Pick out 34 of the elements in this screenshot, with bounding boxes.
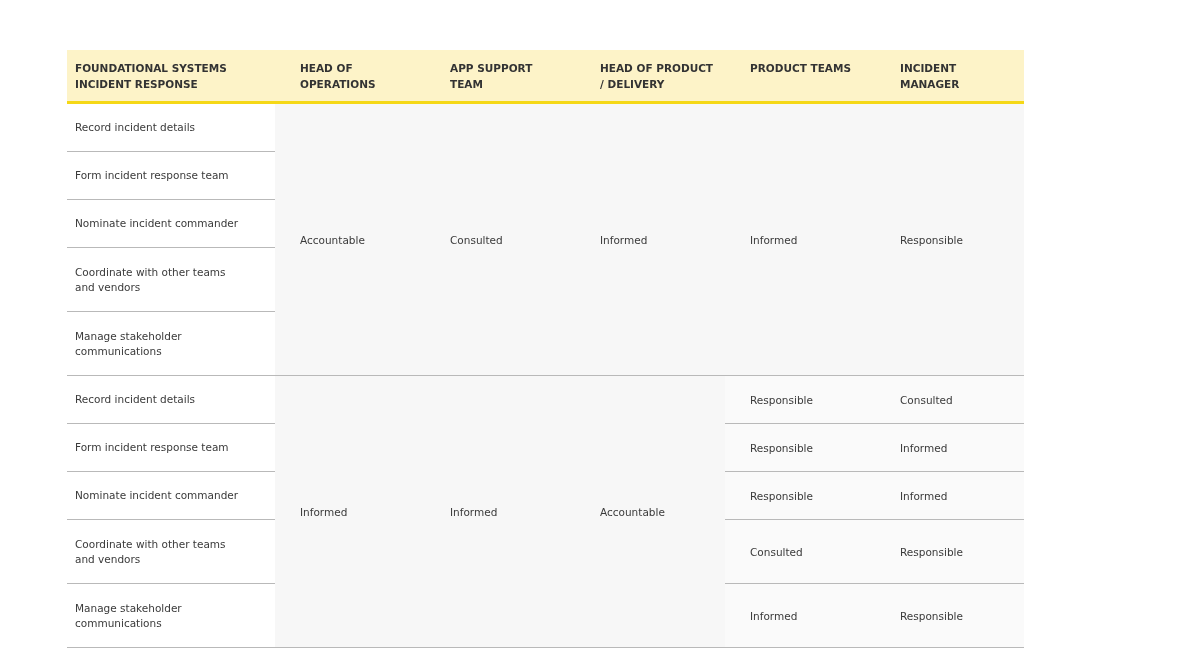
task-label: Form incident response team — [75, 168, 229, 183]
role-label: Informed — [600, 233, 648, 246]
role-label: Informed — [750, 609, 798, 622]
column-header: HEAD OF PRODUCT / DELIVERY — [575, 50, 725, 103]
task-label: Manage stakeholder communications — [75, 328, 183, 359]
role-label: Consulted — [900, 393, 953, 406]
task-label: Form incident response team — [75, 440, 229, 455]
role-label: Responsible — [750, 441, 813, 454]
task-label: Coordinate with other teams and vendors — [75, 536, 227, 567]
role-label: Responsible — [900, 233, 963, 246]
task-label: Nominate incident commander — [75, 488, 239, 503]
role-label: Informed — [300, 505, 348, 518]
task-label: Nominate incident commander — [75, 216, 239, 231]
role-label: Responsible — [750, 489, 813, 502]
role-label: Responsible — [900, 609, 963, 622]
column-header: APP SUPPORT TEAM — [425, 50, 575, 103]
role-label: Accountable — [600, 505, 665, 518]
role-label: Responsible — [900, 545, 963, 558]
role-label: Informed — [900, 441, 948, 454]
role-label: Accountable — [300, 233, 365, 246]
role-label: Informed — [750, 233, 798, 246]
column-header: FOUNDATIONAL SYSTEMS INCIDENT RESPONSE — [67, 50, 275, 103]
task-label: Record incident details — [75, 120, 196, 135]
column-header: HEAD OF OPERATIONS — [275, 50, 425, 103]
role-label: Informed — [450, 505, 498, 518]
role-label: Consulted — [450, 233, 503, 246]
task-label: Record incident details — [75, 392, 196, 407]
role-label: Consulted — [750, 545, 803, 558]
role-label: Informed — [900, 489, 948, 502]
role-label: Responsible — [750, 393, 813, 406]
column-header: INCIDENT MANAGER — [875, 50, 1024, 103]
task-label: Coordinate with other teams and vendors — [75, 264, 227, 295]
task-label: Manage stakeholder communications — [75, 600, 183, 631]
column-header: PRODUCT TEAMS — [725, 50, 875, 103]
